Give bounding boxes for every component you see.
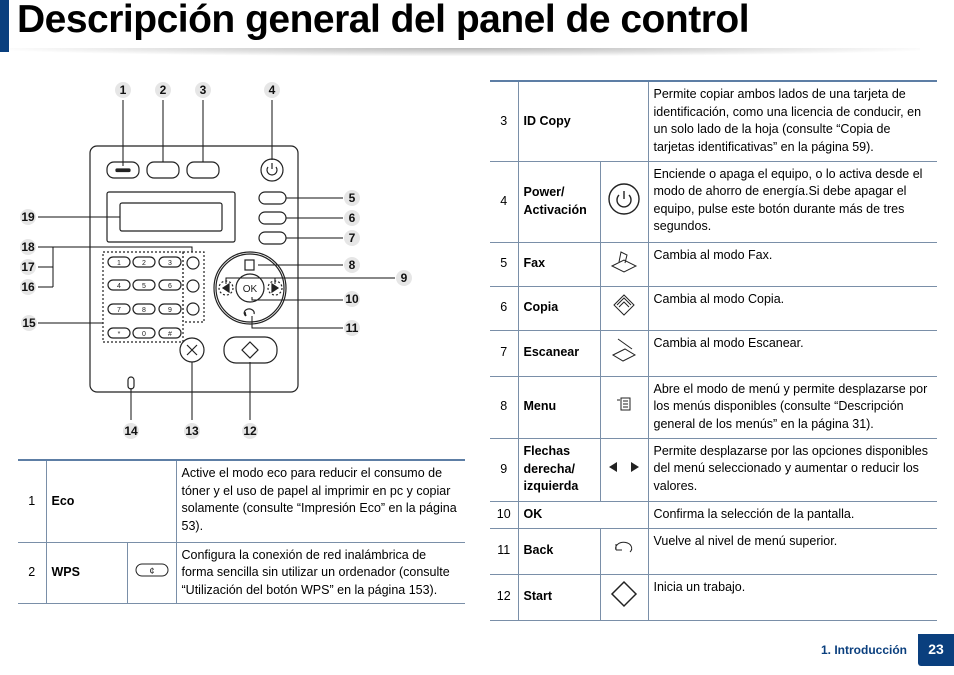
keypad-key-label: 0 (142, 331, 146, 338)
callout-number: 14 (124, 424, 138, 438)
wps-button-icon: ¢ (127, 542, 177, 604)
table-row: 5 Fax Cambia al modo Fax. (490, 242, 937, 287)
table-row: 8 Menu Abre el modo de menú y permite desp… (490, 376, 937, 439)
callout-number: 2 (160, 83, 167, 97)
table-row: 9 Flechas derecha/ izquierda Permite despl… (490, 438, 937, 502)
id-copy-button (186, 161, 220, 179)
keypad-key-label: # (168, 331, 172, 338)
keypad-key-label: 1 (117, 260, 121, 267)
display-frame (106, 191, 236, 243)
menu-icon (600, 376, 649, 439)
callout-number: 16 (21, 280, 35, 294)
table-row: 3 ID Copy Permite copiar ambos lados de un… (490, 80, 937, 162)
fax-keys-area (182, 251, 205, 323)
footer-section: 1. Introducción (820, 643, 907, 657)
table-row: 2 WPS ¢ Configura la conexión de red inalám… (18, 542, 465, 604)
callout-number: 9 (401, 271, 408, 285)
scan-icon (600, 330, 649, 377)
right-table: 3 ID Copy Permite copiar ambos lados de un… (490, 80, 937, 621)
callout-number: 10 (345, 292, 359, 306)
callout-number: 6 (349, 211, 356, 225)
menu-button-icon (244, 259, 255, 271)
left-table: 1 Eco Active el modo eco para reducir el c… (18, 459, 465, 604)
table-row: 4 Power/ Activación Enciende o apaga el eq… (490, 161, 937, 243)
callout-number: 1 (120, 83, 127, 97)
keypad-key-label: 9 (168, 307, 172, 314)
ok-label: OK (243, 284, 258, 295)
table-row: 12 Start Inicia un trabajo. (490, 574, 937, 621)
table-row: 10 OK Confirma la selección de la pantalla… (490, 501, 937, 529)
wps-button (146, 161, 180, 179)
callout-number: 7 (349, 231, 356, 245)
power-icon (600, 161, 649, 243)
callout-number: 8 (349, 258, 356, 272)
callout-number: 13 (185, 424, 199, 438)
table-row: 7 Escanear Cambia al modo Escanear. (490, 330, 937, 377)
table-row: 6 Copia Cambia al modo Copia. (490, 286, 937, 331)
svg-text:¢: ¢ (149, 566, 154, 576)
callout-number: 3 (200, 83, 207, 97)
back-icon (600, 528, 649, 575)
table-row: 11 Back Vuelve al nivel de menú superior. (490, 528, 937, 575)
control-panel-diagram: 1 2 34 5 67 8 9* 0 # OK 1 2 3 456789101112131415161… (20, 82, 412, 439)
page-number: 23 (918, 634, 954, 666)
callout-number: 17 (21, 260, 35, 274)
keypad-key-label: 8 (142, 307, 146, 314)
keypad-key-label: 7 (117, 307, 121, 314)
callout-number: 5 (349, 191, 356, 205)
status-led (127, 376, 135, 390)
copy-icon (600, 286, 649, 331)
callout-number: 15 (22, 316, 36, 330)
fax-icon (600, 242, 649, 287)
start-button (223, 336, 278, 364)
callout-number: 12 (243, 424, 257, 438)
keypad-key-label: 3 (168, 260, 172, 267)
back-button-icon (243, 308, 255, 317)
copy-button (258, 211, 287, 225)
keypad-key-label: * (118, 331, 121, 338)
table-row: 1 Eco Active el modo eco para reducir el c… (18, 459, 465, 543)
keypad-key-label: 6 (168, 283, 172, 290)
keypad-key-label: 5 (142, 283, 146, 290)
power-button (260, 158, 284, 182)
fax-button (258, 191, 287, 205)
keypad-key-label: 2 (142, 260, 146, 267)
scan-button (258, 231, 287, 245)
callout-number: 11 (346, 321, 359, 335)
arrows-icon (600, 438, 649, 502)
start-icon (600, 574, 649, 621)
display-screen (119, 202, 223, 232)
callout-number: 19 (21, 210, 35, 224)
keypad-key-label: 4 (117, 283, 121, 290)
callout-number: 18 (21, 240, 35, 254)
callout-number: 4 (269, 83, 276, 97)
keypad-keys: 1 2 3 4 5 6 7 8 9 * 0 # (107, 256, 182, 339)
